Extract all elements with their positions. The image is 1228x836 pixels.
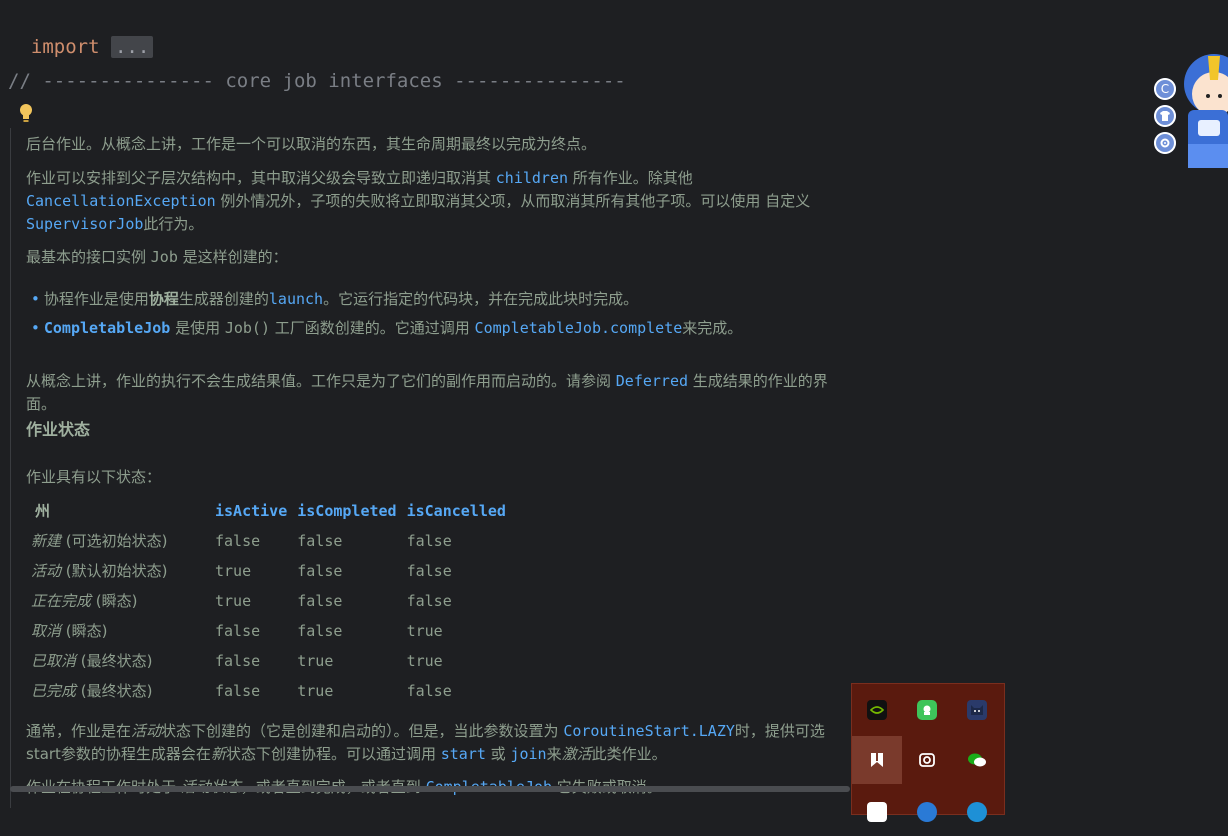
tray-item[interactable]: [902, 736, 952, 784]
wechat-icon: [967, 750, 987, 770]
lightbulb-icon[interactable]: [16, 102, 36, 124]
tray-item[interactable]: [902, 686, 952, 734]
tray-item[interactable]: [852, 686, 902, 734]
doc-bullet-2: • CompletableJob 是使用 Job() 工厂函数创建的。它通过调用 …: [31, 319, 743, 337]
link-completable-job-complete[interactable]: CompletableJob.complete: [475, 319, 683, 337]
link-deferred[interactable]: Deferred: [616, 372, 688, 390]
section-comment: // --------------- core job interfaces -…: [8, 70, 626, 92]
table-header: isCancelled: [406, 501, 506, 520]
table-row: 取消 (瞬态) false false true: [31, 621, 443, 640]
table-row: 活动 (默认初始状态) true false false: [31, 561, 452, 580]
doc-paragraph-5: 作业具有以下状态：: [26, 468, 162, 486]
mascot-character-icon[interactable]: [1178, 44, 1228, 172]
link-supervisor-job[interactable]: SupervisorJob: [26, 215, 143, 233]
capture-icon: [917, 750, 937, 770]
system-tray-overflow: [851, 683, 1005, 822]
tray-app-icon: [967, 802, 987, 822]
import-line[interactable]: import ...: [8, 14, 154, 58]
tray-item[interactable]: [952, 736, 1002, 784]
quick-documentation: 后台作业。从概念上讲，工作是一个可以取消的东西，其生命周期最终以完成为终点。 作…: [10, 128, 841, 808]
doc-heading-job-states: 作业状态: [26, 420, 91, 439]
tray-item[interactable]: [852, 788, 902, 836]
import-fold-toggle[interactable]: ...: [110, 36, 154, 58]
table-row: 新建 (可选初始状态) false false false: [31, 531, 452, 550]
c-badge-button[interactable]: C: [1154, 78, 1176, 100]
table-header: 州: [35, 501, 51, 520]
shirt-icon[interactable]: [1154, 105, 1176, 127]
link-start[interactable]: start: [441, 745, 486, 763]
bookmark-icon: [867, 750, 887, 770]
table-row: 已取消 (最终状态) false true true: [31, 651, 443, 670]
import-keyword: import: [30, 36, 100, 58]
table-header: isCompleted: [297, 501, 397, 520]
horizontal-scrollbar[interactable]: [10, 786, 850, 792]
doc-paragraph-6: 通常，作业是在活动状态下创建的（它是创建和启动的）。但是，当此参数设置为 Cor…: [26, 722, 825, 763]
table-header: isActive: [215, 501, 288, 520]
cat-icon: [967, 700, 987, 720]
nvidia-icon: [867, 700, 887, 720]
tray-item[interactable]: [902, 788, 952, 836]
table-row: 已完成 (最终状态) false true false: [31, 681, 452, 700]
doc-paragraph-4: 从概念上讲，作业的执行不会生成结果值。工作只是为了它们的副作用而启动的。请参阅 …: [26, 372, 828, 413]
doc-paragraph-2: 作业可以安排到父子层次结构中，其中取消父级会导致立即递归取消其 children…: [26, 169, 811, 233]
table-header-row: 州 isActive isCompleted isCancelled: [31, 496, 516, 526]
app-green-icon: [917, 700, 937, 720]
link-launch[interactable]: launch: [269, 290, 323, 308]
doc-paragraph-3: 最基本的接口实例 Job 是这样创建的：: [26, 248, 288, 266]
tray-item[interactable]: [852, 736, 902, 784]
tray-item[interactable]: [952, 788, 1002, 836]
link-completable-job[interactable]: CompletableJob: [44, 319, 170, 337]
table-row: 正在完成 (瞬态) true false false: [31, 591, 452, 610]
tray-app-icon: [867, 802, 887, 822]
tray-item[interactable]: [952, 686, 1002, 734]
link-children[interactable]: children: [496, 169, 568, 187]
link-join[interactable]: join: [510, 745, 546, 763]
tray-app-icon: [917, 802, 937, 822]
gear-icon[interactable]: [1154, 132, 1176, 154]
doc-bullet-1: • 协程作业是使用协程生成器创建的launch。它运行指定的代码块，并在完成此块时…: [31, 290, 639, 308]
job-states-table: 州 isActive isCompleted isCancelled 新建 (可…: [31, 496, 516, 706]
floating-buttons: C: [1154, 78, 1176, 159]
link-cancellation-exception[interactable]: CancellationException: [26, 192, 216, 210]
doc-paragraph-1: 后台作业。从概念上讲，工作是一个可以取消的东西，其生命周期最终以完成为终点。: [26, 135, 597, 153]
link-coroutine-start-lazy[interactable]: CoroutineStart.LAZY: [563, 722, 735, 740]
